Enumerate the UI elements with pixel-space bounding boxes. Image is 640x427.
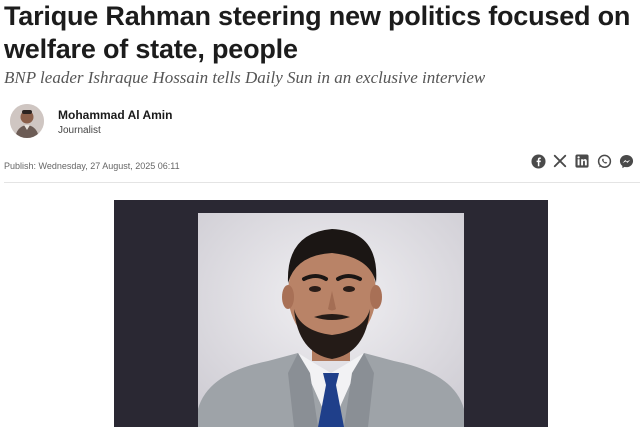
whatsapp-icon[interactable] xyxy=(596,153,612,169)
x-icon[interactable] xyxy=(552,153,568,169)
publish-date: Publish: Wednesday, 27 August, 2025 06:1… xyxy=(4,161,180,171)
article-photo[interactable] xyxy=(198,213,464,427)
linkedin-icon[interactable] xyxy=(574,153,590,169)
author-role: Journalist xyxy=(58,125,101,136)
facebook-icon[interactable] xyxy=(530,153,546,169)
article-image-frame xyxy=(114,200,548,427)
article-subheadline: BNP leader Ishraque Hossain tells Daily … xyxy=(4,68,486,87)
author-name[interactable]: Mohammad Al Amin xyxy=(58,108,172,122)
article-headline: Tarique Rahman steering new politics foc… xyxy=(4,1,631,64)
header-divider xyxy=(4,182,640,183)
author-avatar[interactable] xyxy=(10,104,44,138)
author-block: Mohammad Al Amin Journalist xyxy=(10,104,310,140)
share-bar xyxy=(530,152,634,170)
messenger-icon[interactable] xyxy=(618,153,634,169)
